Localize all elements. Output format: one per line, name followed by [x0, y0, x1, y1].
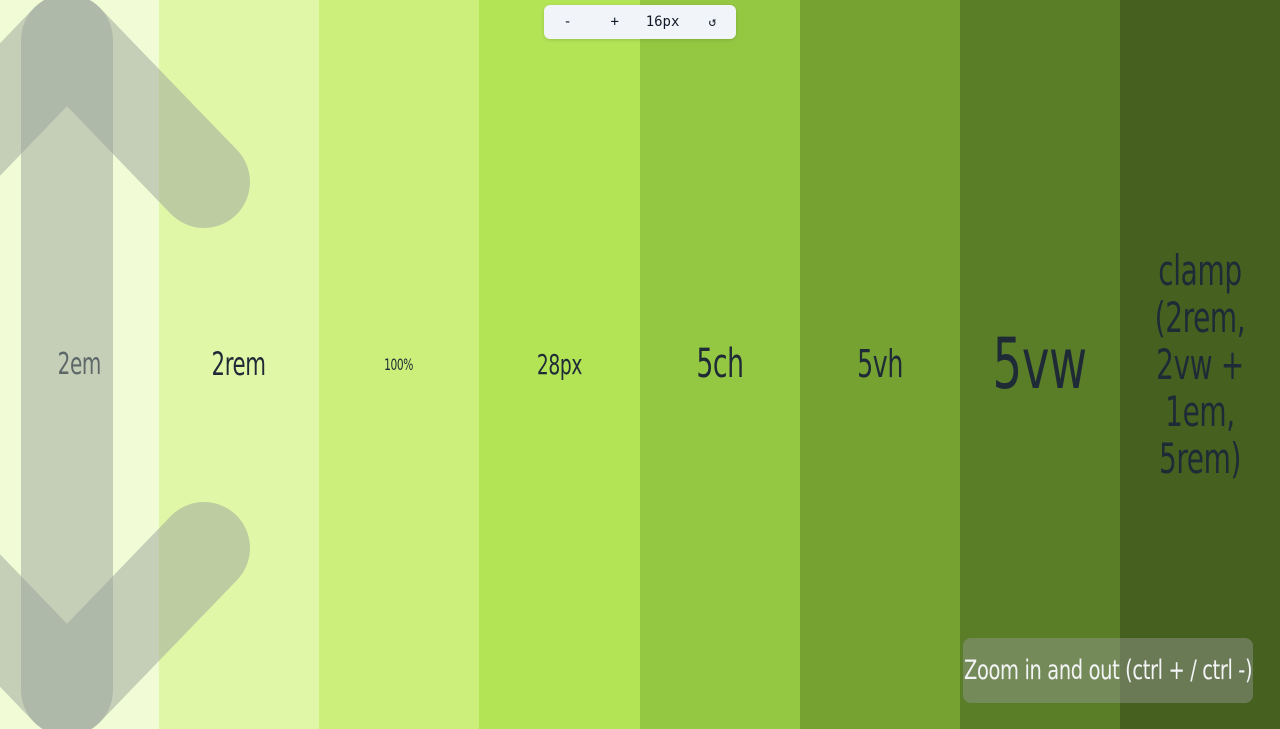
column-label: 2rem — [211, 344, 267, 383]
column-28px: 28px — [479, 0, 640, 729]
column-5vh: 5vh — [800, 0, 960, 729]
zoom-hint-text: Zoom in and out (ctrl + / ctrl -) — [963, 655, 1253, 686]
zoom-in-button[interactable]: + — [599, 9, 630, 35]
column-2em: 2em — [0, 0, 159, 729]
column-label: 28px — [536, 347, 583, 381]
zoom-hint: Zoom in and out (ctrl + / ctrl -) — [963, 638, 1253, 703]
column-label: 5ch — [696, 341, 744, 388]
column-100-percent: 100% — [319, 0, 479, 729]
column-label: 2em — [57, 346, 102, 382]
column-clamp: clamp (2rem, 2vw + 1em, 5rem) — [1120, 0, 1280, 729]
column-2rem: 2rem — [159, 0, 319, 729]
column-label: 5vh — [857, 342, 903, 387]
zoom-toolbar: - + 16px ↺ — [544, 5, 736, 39]
column-5vw: 5vw — [960, 0, 1120, 729]
column-label: 100% — [384, 354, 414, 374]
column-label: 5vw — [992, 323, 1088, 406]
reset-icon[interactable]: ↺ — [697, 9, 728, 35]
column-label: clamp (2rem, 2vw + 1em, 5rem) — [1154, 245, 1246, 484]
zoom-out-button[interactable]: - — [552, 9, 583, 35]
column-5ch: 5ch — [640, 0, 800, 729]
font-size-readout: 16px — [645, 14, 680, 30]
size-columns: 2em 2rem 100% 28px 5ch 5vh 5vw clamp (2r… — [0, 0, 1280, 729]
